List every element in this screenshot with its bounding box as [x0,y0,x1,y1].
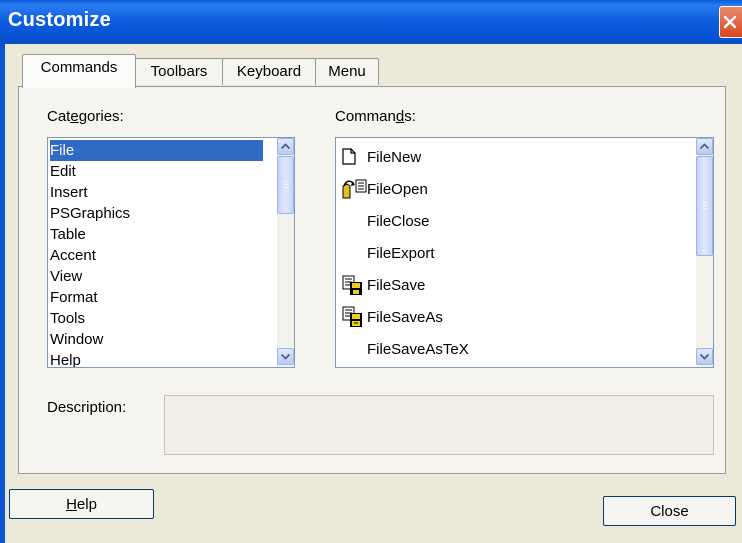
window-title: Customize [8,9,111,31]
command-item-fileexport[interactable]: FileExport [336,240,686,266]
command-item-filesaveas[interactable]: FileSaveAs [336,304,686,330]
scroll-down-icon[interactable] [277,348,294,365]
command-item-fileclose[interactable]: FileClose [336,208,686,234]
file-save-icon [342,274,364,295]
category-item-format[interactable]: Format [50,287,98,308]
categories-scrollbar[interactable] [277,138,294,367]
help-mnemonic: H [66,496,77,513]
tab-toolbars-label: Toolbars [150,63,208,80]
description-box [164,395,714,455]
title-bar[interactable]: Customize [0,0,742,44]
category-item-tools[interactable]: Tools [50,308,85,329]
tab-commands[interactable]: Commands [22,54,136,88]
tab-toolbars[interactable]: Toolbars [135,58,223,85]
categories-label: Categories: [47,108,124,125]
commands-listbox[interactable]: FileNew FileOpen FileClose FileExport Fi… [335,137,714,368]
scroll-thumb[interactable] [696,156,713,256]
command-label: FileExport [367,245,435,262]
file-open-icon [342,178,370,199]
scroll-up-icon[interactable] [277,138,294,155]
category-item-help[interactable]: Help [50,350,81,367]
command-label: FileNew [367,149,422,166]
description-label: Description: [47,399,127,416]
category-item-edit[interactable]: Edit [50,161,76,182]
command-item-fileopen[interactable]: FileOpen [336,176,686,202]
tab-keyboard[interactable]: Keyboard [222,58,316,85]
file-new-icon [342,148,360,166]
category-item-accent[interactable]: Accent [50,245,96,266]
help-label: elp [76,496,97,513]
tab-keyboard-label: Keyboard [236,63,302,80]
command-label: FileSave [367,277,426,294]
tab-commands-label: Commands [40,59,118,76]
commands-panel: Categories: File Edit Insert PSGraphics … [18,86,726,474]
command-item-filesave[interactable]: FileSave [336,272,686,298]
category-item-psgraphics[interactable]: PSGraphics [50,203,130,224]
help-button[interactable]: Help [9,489,154,519]
close-button[interactable]: Close [603,496,736,526]
category-item-view[interactable]: View [50,266,82,287]
commands-scrollbar[interactable] [696,138,713,367]
category-item-window[interactable]: Window [50,329,103,350]
command-item-filesaveastex[interactable]: FileSaveAsTeX [336,336,686,362]
close-window-icon[interactable] [719,6,742,38]
command-item-filenew[interactable]: FileNew [336,144,686,170]
command-label: FileClose [367,213,430,230]
scroll-down-icon[interactable] [696,348,713,365]
file-save-as-icon [342,306,364,327]
command-label: FileSaveAs [367,309,443,326]
tab-menu[interactable]: Menu [315,58,379,85]
command-label: FileSaveAsTeX [367,341,469,358]
category-item-table[interactable]: Table [50,224,86,245]
scroll-thumb[interactable] [277,156,294,214]
tab-menu-label: Menu [328,63,366,80]
commands-label: Commands: [335,108,416,125]
category-item-insert[interactable]: Insert [50,182,88,203]
categories-listbox[interactable]: File Edit Insert PSGraphics Table Accent… [47,137,295,368]
command-label: FileOpen [367,181,428,198]
window-frame-left [0,44,5,543]
scroll-up-icon[interactable] [696,138,713,155]
category-item-file[interactable]: File [50,140,263,161]
